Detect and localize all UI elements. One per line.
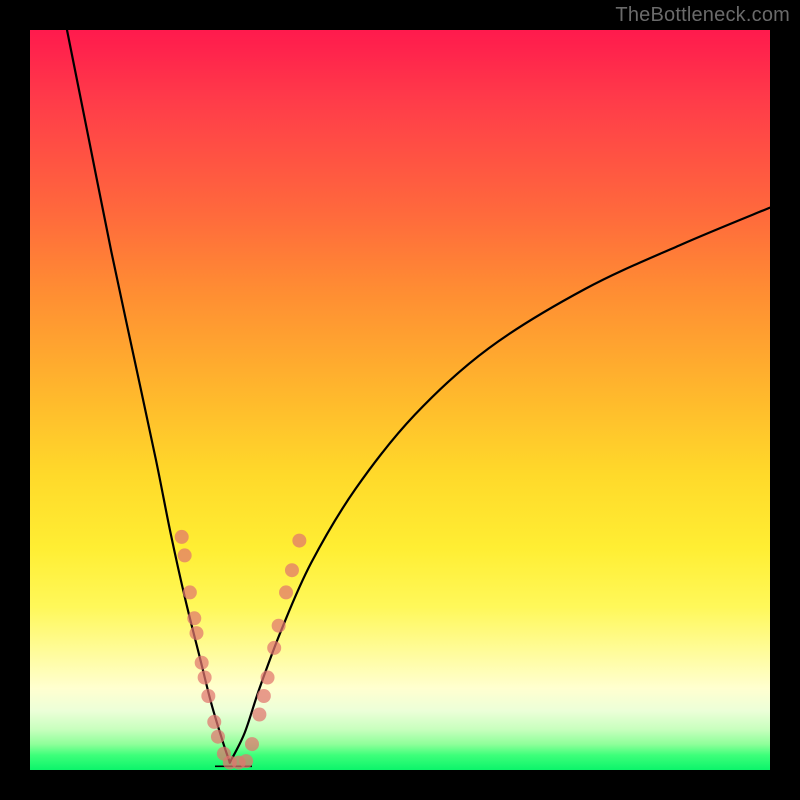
watermark-text: TheBottleneck.com: [615, 4, 790, 27]
data-marker: [267, 641, 281, 655]
data-marker: [187, 611, 201, 625]
data-marker: [292, 534, 306, 548]
data-marker: [245, 737, 259, 751]
data-marker: [257, 689, 271, 703]
data-marker: [183, 585, 197, 599]
data-marker: [178, 548, 192, 562]
marker-layer: [175, 530, 307, 770]
data-marker: [175, 530, 189, 544]
data-marker: [207, 715, 221, 729]
chart-svg: [30, 30, 770, 770]
data-marker: [252, 708, 266, 722]
data-marker: [190, 626, 204, 640]
data-marker: [272, 619, 286, 633]
data-marker: [239, 754, 253, 768]
curve-layer: [67, 30, 770, 766]
right-branch-curve: [230, 208, 770, 763]
left-branch-curve: [67, 30, 230, 763]
data-marker: [261, 671, 275, 685]
data-marker: [201, 689, 215, 703]
data-marker: [285, 563, 299, 577]
data-marker: [279, 585, 293, 599]
chart-frame: TheBottleneck.com: [0, 0, 800, 800]
data-marker: [211, 730, 225, 744]
data-marker: [198, 671, 212, 685]
plot-area: [30, 30, 770, 770]
data-marker: [195, 656, 209, 670]
